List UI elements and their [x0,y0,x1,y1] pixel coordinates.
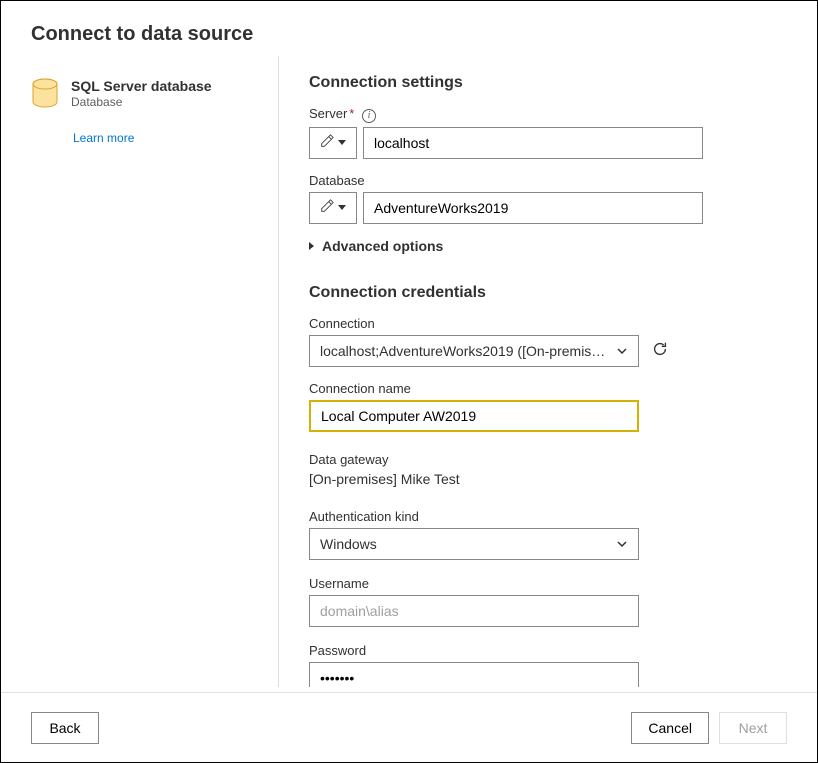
database-icon [31,78,59,113]
info-icon[interactable]: i [362,109,376,123]
connection-dropdown[interactable]: localhost;AdventureWorks2019 ([On-premis… [309,335,639,367]
username-label: Username [309,576,787,591]
connection-name-label: Connection name [309,381,787,396]
server-edit-dropdown[interactable] [309,127,357,159]
connection-name-input[interactable] [309,400,639,432]
cancel-button[interactable]: Cancel [631,712,709,744]
database-edit-dropdown[interactable] [309,192,357,224]
auth-kind-label: Authentication kind [309,509,787,524]
server-label: Server* i [309,106,787,123]
chevron-down-icon [616,345,628,357]
username-input[interactable] [309,595,639,627]
connection-credentials-title: Connection credentials [309,284,787,302]
database-input[interactable] [363,192,703,224]
learn-more-link[interactable]: Learn more [73,131,134,145]
chevron-right-icon [309,242,314,250]
next-button: Next [719,712,787,744]
chevron-down-icon [338,205,346,210]
datasource-subtitle: Database [71,95,212,109]
gateway-label: Data gateway [309,452,787,467]
datasource-title: SQL Server database [71,78,212,94]
pencil-icon [320,134,334,151]
auth-kind-dropdown[interactable]: Windows [309,528,639,560]
chevron-down-icon [338,140,346,145]
datasource-type: SQL Server database Database [31,78,258,113]
advanced-options-toggle[interactable]: Advanced options [309,238,787,254]
password-input[interactable] [309,662,639,688]
connection-label: Connection [309,316,787,331]
pencil-icon [320,199,334,216]
server-input[interactable] [363,127,703,159]
refresh-button[interactable] [651,340,669,361]
page-title: Connect to data source [31,23,787,46]
back-button[interactable]: Back [31,712,99,744]
database-label: Database [309,173,787,188]
password-label: Password [309,643,787,658]
connection-settings-title: Connection settings [309,74,787,92]
gateway-value: [On-premises] Mike Test [309,471,787,487]
chevron-down-icon [616,538,628,550]
